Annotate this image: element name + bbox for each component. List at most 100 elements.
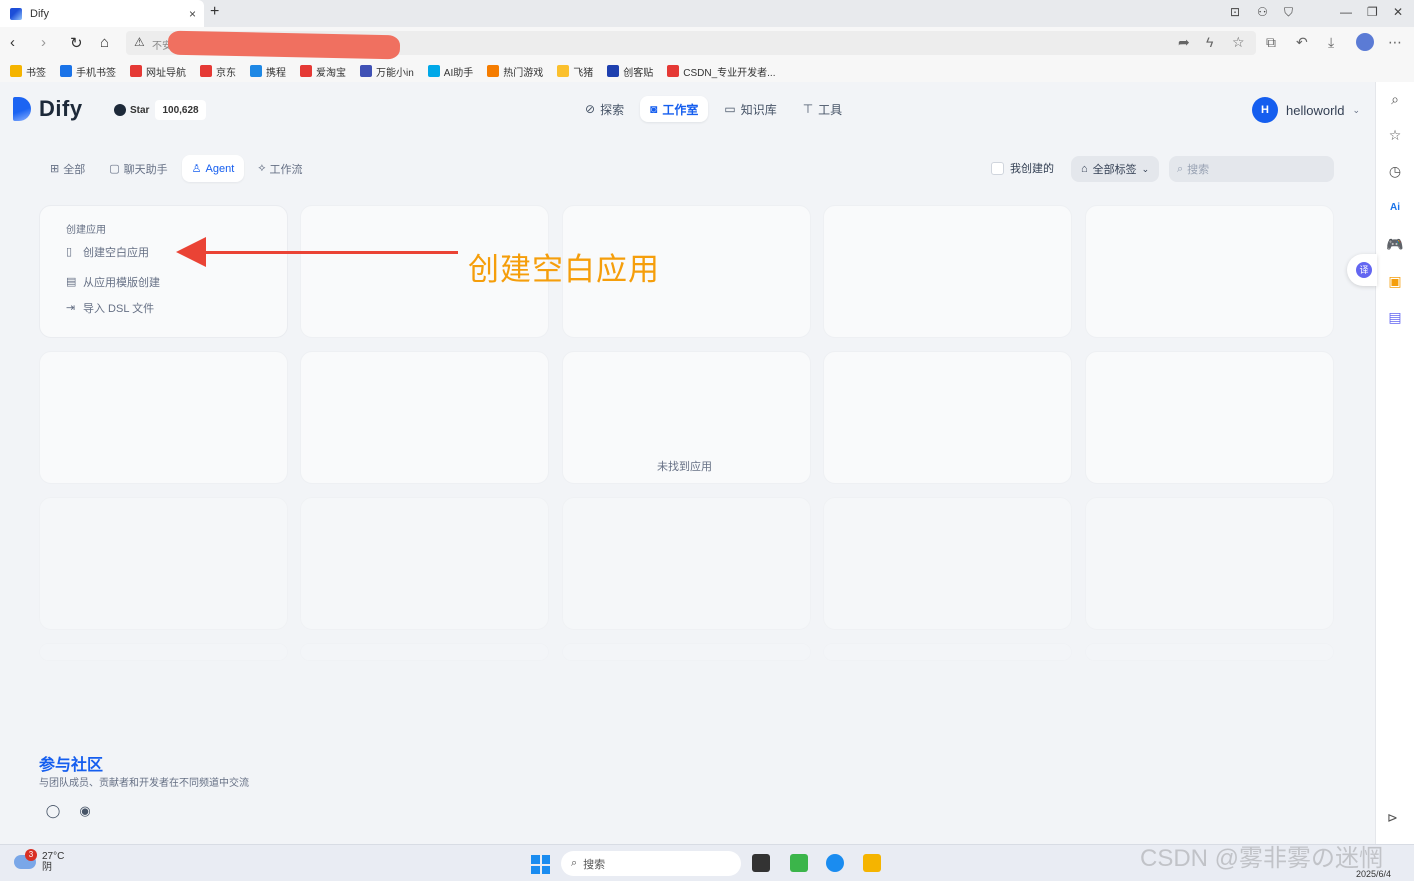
reload-icon[interactable]: ↻ <box>70 34 83 52</box>
bookmark-item[interactable]: 手机书签 <box>60 64 116 79</box>
nav-studio[interactable]: ◙ 工作室 <box>640 96 709 122</box>
book-icon: ▭ <box>724 102 736 116</box>
edge-browser-app-icon[interactable] <box>826 854 844 872</box>
tab-chatbot[interactable]: ▢ 聊天助手 <box>99 155 177 182</box>
share-icon[interactable]: ➦ <box>1178 34 1190 51</box>
window-close-icon[interactable]: ✕ <box>1393 5 1403 19</box>
home-icon[interactable]: ⌂ <box>100 34 109 51</box>
discord-icon[interactable]: ◉ <box>77 803 93 819</box>
watermark: CSDN @雾非雾の迷惘 <box>1140 845 1384 872</box>
bookmark-label: CSDN_专业开发者... <box>683 67 776 79</box>
nav-label: 工具 <box>818 102 843 117</box>
shirt-icon[interactable]: ⛉ <box>1284 5 1293 20</box>
user-menu[interactable]: H helloworld ⌄ <box>1252 97 1360 123</box>
bookmark-item[interactable]: AI助手 <box>427 64 474 79</box>
lightning-icon[interactable]: ϟ <box>1206 34 1213 50</box>
import-dsl-button[interactable]: ⇥ 导入 DSL 文件 <box>66 300 154 316</box>
insecure-warning-icon[interactable]: ⚠ <box>134 35 145 49</box>
tab-title: Dify <box>30 7 49 20</box>
new-tab-button[interactable]: + <box>210 3 219 21</box>
translate-icon: 译 <box>1356 262 1372 278</box>
bookmark-label: 热门游戏 <box>503 67 544 79</box>
extensions-icon[interactable]: ⚇ <box>1257 5 1268 19</box>
nav-tools[interactable]: ⊤ 工具 <box>793 96 852 122</box>
sidebar-games-icon[interactable]: 🎮 <box>1386 235 1404 253</box>
restore-icon[interactable]: ❐ <box>1367 5 1378 19</box>
bookmark-item[interactable]: 万能小in <box>360 64 414 79</box>
file-explorer-app-icon[interactable] <box>863 854 881 872</box>
search-input[interactable]: ⌕ 搜索 <box>1169 156 1334 182</box>
create-from-template-button[interactable]: ▤ 从应用模版创建 <box>66 274 160 290</box>
import-icon: ⇥ <box>66 302 76 314</box>
remote-desktop-app-icon[interactable] <box>790 854 808 872</box>
sidebar-favorites-icon[interactable]: ☆ <box>1386 126 1404 144</box>
create-app-card: 创建应用 ▯ 创建空白应用 ▤ 从应用模版创建 ⇥ 导入 DSL 文件 <box>39 205 288 338</box>
tab-agent[interactable]: ♙ Agent <box>181 155 245 182</box>
tab-all[interactable]: ⊞ 全部 <box>40 155 95 182</box>
profile-avatar-icon[interactable] <box>1356 33 1374 51</box>
tab-actions-icon[interactable]: ⊡ <box>1230 5 1240 19</box>
weather-widget[interactable]: 3 27°C 阴 <box>14 849 64 873</box>
download-icon[interactable]: ⤓ <box>1328 34 1334 51</box>
undo-menu-icon[interactable]: ↶ <box>1296 34 1308 51</box>
windows-start-icon[interactable] <box>531 855 550 874</box>
extension-puzzle-icon[interactable]: ⧉ <box>1266 34 1276 51</box>
bookmark-item[interactable]: CSDN_专业开发者... <box>667 64 775 79</box>
bookmark-item[interactable]: 网址导航 <box>130 64 186 79</box>
dify-logo[interactable]: Dify <box>13 96 83 122</box>
collapse-sidebar-icon[interactable]: ⊳ <box>1387 810 1398 826</box>
taskbar-search[interactable]: ⌕ 搜索 <box>561 851 741 876</box>
forward-icon[interactable]: › <box>41 34 46 51</box>
bookmark-icon <box>250 65 262 77</box>
sidebar-toolbox-icon[interactable]: ▣ <box>1386 272 1404 290</box>
bookmark-icon <box>10 65 22 77</box>
back-icon[interactable]: ‹ <box>10 34 15 51</box>
browser-tabbar: Dify × + ⊡ ⚇ ⛉ — ❐ ✕ <box>0 0 1414 27</box>
search-icon: ⌕ <box>571 857 578 869</box>
bookmark-item[interactable]: 飞猪 <box>557 64 593 79</box>
template-icon: ▤ <box>66 276 77 288</box>
more-menu-icon[interactable]: ⋯ <box>1388 34 1402 51</box>
sidebar-history-icon[interactable]: ◷ <box>1386 162 1404 180</box>
logo-text: Dify <box>39 96 83 121</box>
placeholder-card <box>39 351 288 484</box>
bookmark-label: AI助手 <box>443 67 474 79</box>
bookmark-item[interactable]: 书签 <box>10 64 46 79</box>
create-blank-app-button[interactable]: ▯ 创建空白应用 <box>66 244 149 260</box>
nav-explore[interactable]: ⊘ 探索 <box>575 96 634 122</box>
bookmark-label: 爱淘宝 <box>316 67 346 79</box>
github-icon[interactable]: ◯ <box>45 803 61 819</box>
weather-desc: 阴 <box>42 862 52 873</box>
created-by-me-filter[interactable]: 我创建的 <box>991 160 1054 176</box>
bookmark-label: 京东 <box>216 67 236 79</box>
nav-knowledge[interactable]: ▭ 知识库 <box>714 96 786 122</box>
tag-filter-dropdown[interactable]: ⌂ 全部标签 ⌄ <box>1071 156 1160 182</box>
sidebar-translate-icon[interactable]: ▤ <box>1386 308 1404 326</box>
bookmark-icon <box>130 65 142 77</box>
created-by-me-checkbox[interactable] <box>991 161 1004 175</box>
cloud-icon: 3 <box>14 849 37 869</box>
bookmark-item[interactable]: 热门游戏 <box>487 64 543 79</box>
bookmark-item[interactable]: 京东 <box>200 64 236 79</box>
sidebar-search-icon[interactable]: ⌕ <box>1386 90 1404 108</box>
github-star-button[interactable]: Star 100,628 <box>108 100 206 120</box>
create-option-label: 创建空白应用 <box>83 247 149 259</box>
bookmark-icon <box>607 65 620 77</box>
placeholder-card <box>1085 351 1334 484</box>
bookmark-item[interactable]: 创客贴 <box>607 64 653 79</box>
bookmark-item[interactable]: 爱淘宝 <box>300 64 346 79</box>
grid-icon: ⊞ <box>50 163 60 175</box>
browser-tab[interactable]: Dify × <box>0 0 204 27</box>
user-name: helloworld <box>1286 102 1345 118</box>
sidebar-ai-icon[interactable]: Ai <box>1386 199 1404 217</box>
bookmark-item[interactable]: 携程 <box>250 64 286 79</box>
favorite-star-icon[interactable]: ☆ <box>1232 34 1245 51</box>
minimize-icon[interactable]: — <box>1340 5 1352 19</box>
placeholder-card <box>562 497 811 630</box>
floating-translate-button[interactable]: 译 <box>1347 254 1377 286</box>
tab-workflow[interactable]: ⟡ 工作流 <box>248 155 312 182</box>
terminal-app-icon[interactable] <box>752 854 770 872</box>
tag-icon: ⌂ <box>1081 163 1088 175</box>
create-app-title: 创建应用 <box>66 225 106 236</box>
tab-close-icon[interactable]: × <box>189 7 196 21</box>
